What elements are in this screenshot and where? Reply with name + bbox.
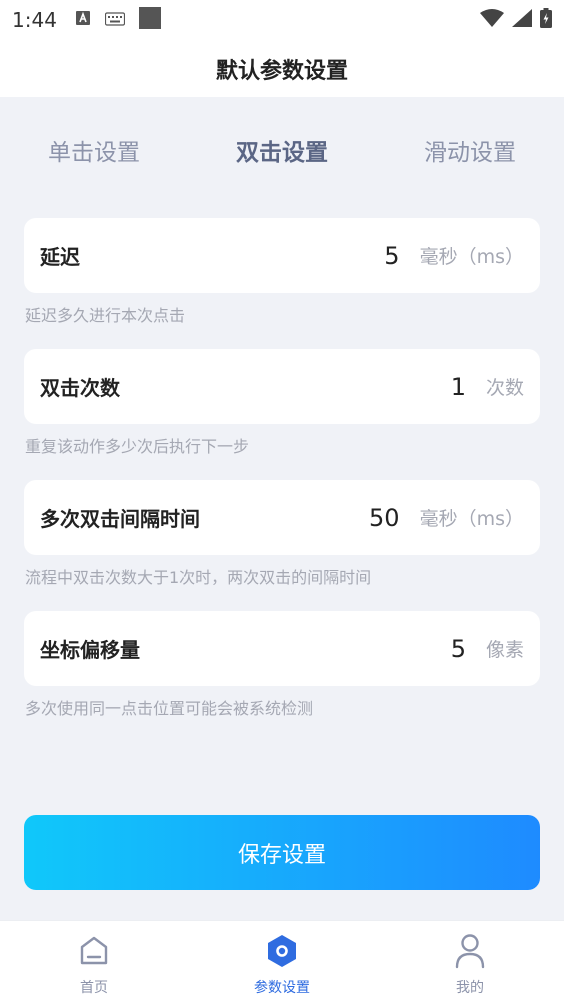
nav-item-home[interactable]: 首页 [0,921,188,1004]
double-click-interval-value-input[interactable]: 50 [360,504,400,532]
tab-swipe[interactable]: 滑动设置 [376,133,564,167]
nav-label-settings: 参数设置 [254,980,310,996]
tab-single-click[interactable]: 单击设置 [0,133,188,167]
keyboard-icon [104,11,126,30]
coordinate-offset-label: 坐标偏移量 [40,638,140,662]
double-click-interval-unit: 毫秒（ms） [419,508,524,530]
nav-item-mine[interactable]: 我的 [376,921,564,1004]
nav-item-settings[interactable]: 参数设置 [188,921,376,1004]
nav-label-mine: 我的 [456,980,484,996]
nav-label-home: 首页 [80,980,108,996]
delay-unit: 毫秒（ms） [419,246,524,268]
click-type-tabs: 单击设置 双击设置 滑动设置 [0,120,564,180]
double-click-count-hint: 重复该动作多少次后执行下一步 [25,437,250,456]
coordinate-offset-unit: 像素 [485,639,524,661]
save-settings-button[interactable]: 保存设置 [24,815,540,890]
coordinate-offset-hint: 多次使用同一点击位置可能会被系统检测 [25,699,314,718]
accessibility-icon [75,10,91,30]
bottom-nav: 首页 参数设置 我的 [0,920,564,1004]
double-click-count-label: 双击次数 [40,376,120,400]
status-bar: 1:44 [0,0,564,40]
double-click-count-unit: 次数 [485,377,524,399]
double-click-interval-card[interactable]: 多次双击间隔时间 50 毫秒（ms） [24,480,540,555]
delay-setting-card[interactable]: 延迟 5 毫秒（ms） [24,218,540,293]
status-time: 1:44 [12,8,57,32]
delay-hint: 延迟多久进行本次点击 [25,306,186,325]
coordinate-offset-value-input[interactable]: 5 [426,635,466,663]
signal-icon [512,9,532,31]
user-icon [453,933,487,969]
page-title: 默认参数设置 [215,58,348,84]
double-click-interval-label: 多次双击间隔时间 [40,507,200,531]
double-click-count-card[interactable]: 双击次数 1 次数 [24,349,540,424]
notification-square-icon [138,7,161,33]
page-header: 默认参数设置 [0,40,564,97]
wifi-icon [480,9,504,31]
double-click-interval-hint: 流程中双击次数大于1次时，两次双击的间隔时间 [25,568,372,587]
delay-value-input[interactable]: 5 [360,242,399,270]
tab-double-click[interactable]: 双击设置 [188,133,376,167]
home-icon [77,933,111,969]
delay-label: 延迟 [40,245,80,269]
coordinate-offset-card[interactable]: 坐标偏移量 5 像素 [24,611,540,686]
double-click-count-value-input[interactable]: 1 [426,373,466,401]
battery-icon [540,8,552,32]
settings-hexagon-icon [265,933,299,969]
